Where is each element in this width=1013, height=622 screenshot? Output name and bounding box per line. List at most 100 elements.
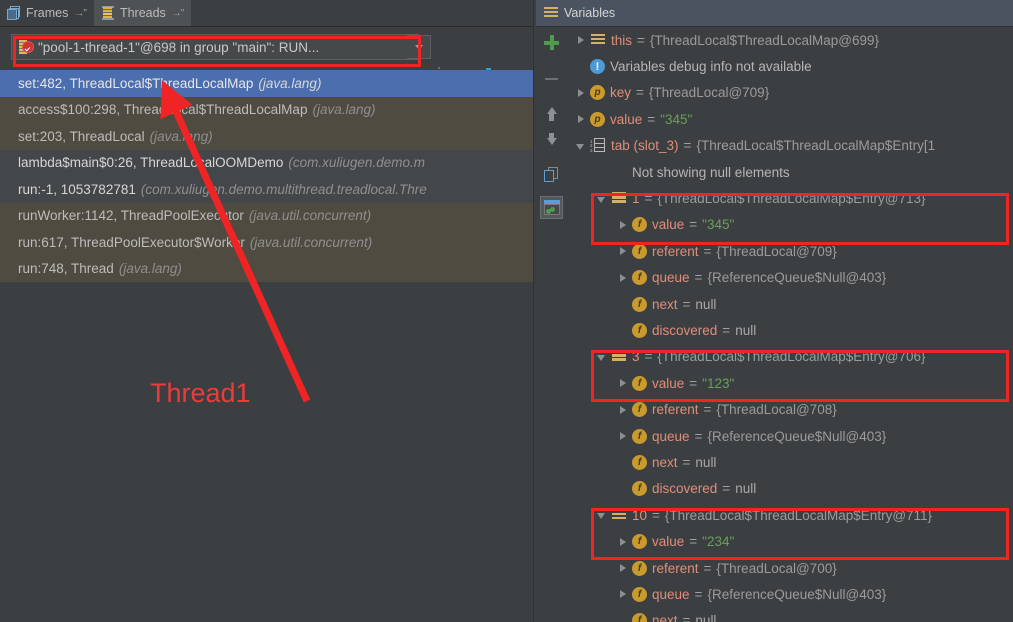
variable-value: null: [735, 323, 756, 338]
variable-row[interactable]: fnext=null: [566, 608, 1013, 622]
twisty-right-icon[interactable]: [574, 33, 588, 47]
variable-row[interactable]: this={ThreadLocal$ThreadLocalMap@699}: [566, 27, 1013, 53]
variable-row[interactable]: fvalue="234": [566, 528, 1013, 554]
minus-icon: [545, 78, 558, 80]
frame-row[interactable]: set:203, ThreadLocal(java.lang): [0, 123, 533, 150]
frames-icon: [7, 6, 21, 20]
tab-frames[interactable]: Frames →": [0, 0, 94, 26]
twisty-right-icon[interactable]: [616, 271, 630, 285]
variable-row[interactable]: Not showing null elements: [566, 159, 1013, 185]
object-icon: [611, 191, 627, 206]
variables-tree[interactable]: this={ThreadLocal$ThreadLocalMap@699}!Va…: [566, 27, 1013, 622]
evaluate-icon: [544, 200, 560, 215]
variable-value: {ThreadLocal@708}: [716, 402, 836, 417]
field-icon: f: [632, 455, 647, 470]
variable-row[interactable]: fqueue={ReferenceQueue$Null@403}: [566, 265, 1013, 291]
variable-row[interactable]: !Variables debug info not available: [566, 53, 1013, 79]
variable-value: null: [695, 613, 716, 622]
thread-selector-combobox[interactable]: "pool-1-thread-1"@698 in group "main": R…: [11, 34, 419, 60]
variable-row[interactable]: pvalue="345": [566, 106, 1013, 132]
twisty-down-icon[interactable]: [595, 192, 609, 206]
twisty-right-icon[interactable]: [574, 86, 588, 100]
variable-value: "345": [660, 112, 692, 127]
twisty-right-icon[interactable]: [616, 587, 630, 601]
variable-row[interactable]: freferent={ThreadLocal@709}: [566, 238, 1013, 264]
variable-row[interactable]: fnext=null: [566, 291, 1013, 317]
twisty-right-icon[interactable]: [616, 376, 630, 390]
variable-value: null: [695, 297, 716, 312]
tab-threads[interactable]: Threads →": [94, 0, 191, 26]
equals-sign: =: [722, 323, 730, 338]
remove-button[interactable]: [540, 67, 563, 90]
variable-row[interactable]: fvalue="123": [566, 370, 1013, 396]
variable-row[interactable]: 10={ThreadLocal$ThreadLocalMap$Entry@711…: [566, 502, 1013, 528]
thread-running-icon: [18, 39, 33, 55]
twisty-right-icon[interactable]: [616, 429, 630, 443]
twisty-placeholder: [616, 455, 630, 469]
frame-row[interactable]: set:482, ThreadLocal$ThreadLocalMap(java…: [0, 70, 533, 97]
variable-name: referent: [652, 244, 699, 259]
field-icon: f: [632, 402, 647, 417]
frame-package: (java.lang): [258, 76, 321, 91]
evaluate-expression-button[interactable]: [540, 196, 563, 219]
field-icon: f: [632, 429, 647, 444]
equals-sign: =: [704, 561, 712, 576]
frame-row[interactable]: run:617, ThreadPoolExecutor$Worker(java.…: [0, 229, 533, 256]
twisty-right-icon[interactable]: [616, 403, 630, 417]
equals-sign: =: [683, 297, 691, 312]
variable-row[interactable]: fdiscovered=null: [566, 476, 1013, 502]
twisty-down-icon[interactable]: [574, 139, 588, 153]
equals-sign: =: [683, 455, 691, 470]
variable-row[interactable]: 1={ThreadLocal$ThreadLocalMap$Entry@713}: [566, 185, 1013, 211]
variable-value: "345": [702, 217, 734, 232]
frames-list[interactable]: set:482, ThreadLocal$ThreadLocalMap(java…: [0, 70, 533, 282]
variable-row[interactable]: pkey={ThreadLocal@709}: [566, 80, 1013, 106]
equals-sign: =: [704, 402, 712, 417]
frame-row[interactable]: runWorker:1142, ThreadPoolExecutor(java.…: [0, 203, 533, 230]
equals-sign: =: [704, 244, 712, 259]
parameter-icon: p: [590, 85, 605, 100]
frame-row[interactable]: run:-1, 1053782781(com.xuliugen.demo.mul…: [0, 176, 533, 203]
frame-row[interactable]: access$100:298, ThreadLocal$ThreadLocalM…: [0, 97, 533, 124]
variable-row[interactable]: 3={ThreadLocal$ThreadLocalMap$Entry@706}: [566, 344, 1013, 370]
twisty-right-icon[interactable]: [616, 535, 630, 549]
variable-row[interactable]: fdiscovered=null: [566, 317, 1013, 343]
parameter-icon: p: [590, 112, 605, 127]
frame-method: access$100:298, ThreadLocal$ThreadLocalM…: [18, 102, 307, 117]
add-watch-button[interactable]: [540, 31, 563, 54]
variable-row[interactable]: fnext=null: [566, 449, 1013, 475]
twisty-placeholder: [616, 297, 630, 311]
variable-name: next: [652, 455, 678, 470]
frame-row[interactable]: lambda$main$0:26, ThreadLocalOOMDemo(com…: [0, 150, 533, 177]
twisty-right-icon[interactable]: [616, 218, 630, 232]
variables-move-up-button[interactable]: [540, 99, 563, 122]
variable-row[interactable]: freferent={ThreadLocal@700}: [566, 555, 1013, 581]
equals-sign: =: [722, 481, 730, 496]
variables-move-down-button[interactable]: [540, 130, 563, 153]
twisty-down-icon[interactable]: [595, 350, 609, 364]
equals-sign: =: [689, 534, 697, 549]
twisty-right-icon[interactable]: [574, 112, 588, 126]
variable-row[interactable]: fvalue="345": [566, 212, 1013, 238]
frame-row[interactable]: run:748, Thread(java.lang): [0, 256, 533, 283]
variable-name: discovered: [652, 481, 717, 496]
frame-method: runWorker:1142, ThreadPoolExecutor: [18, 208, 244, 223]
frame-package: (java.lang): [119, 261, 182, 276]
variable-row[interactable]: freferent={ThreadLocal@708}: [566, 396, 1013, 422]
variable-row[interactable]: fqueue={ReferenceQueue$Null@403}: [566, 581, 1013, 607]
variable-row[interactable]: fqueue={ReferenceQueue$Null@403}: [566, 423, 1013, 449]
tab-threads-arrow-glyph: →": [172, 8, 184, 19]
twisty-right-icon[interactable]: [616, 561, 630, 575]
twisty-right-icon[interactable]: [616, 244, 630, 258]
twisty-placeholder: [616, 323, 630, 337]
frame-package: (java.lang): [312, 102, 375, 117]
frame-method: run:-1, 1053782781: [18, 182, 136, 197]
frame-package: (java.lang): [150, 129, 213, 144]
array-icon: 123: [590, 138, 606, 153]
copy-value-button[interactable]: [540, 163, 563, 186]
equals-sign: =: [636, 85, 644, 100]
chevron-down-icon[interactable]: [407, 35, 431, 59]
variable-row[interactable]: 123tab (slot_3)={ThreadLocal$ThreadLocal…: [566, 133, 1013, 159]
twisty-down-icon[interactable]: [595, 508, 609, 522]
variable-name: 3: [632, 349, 640, 364]
